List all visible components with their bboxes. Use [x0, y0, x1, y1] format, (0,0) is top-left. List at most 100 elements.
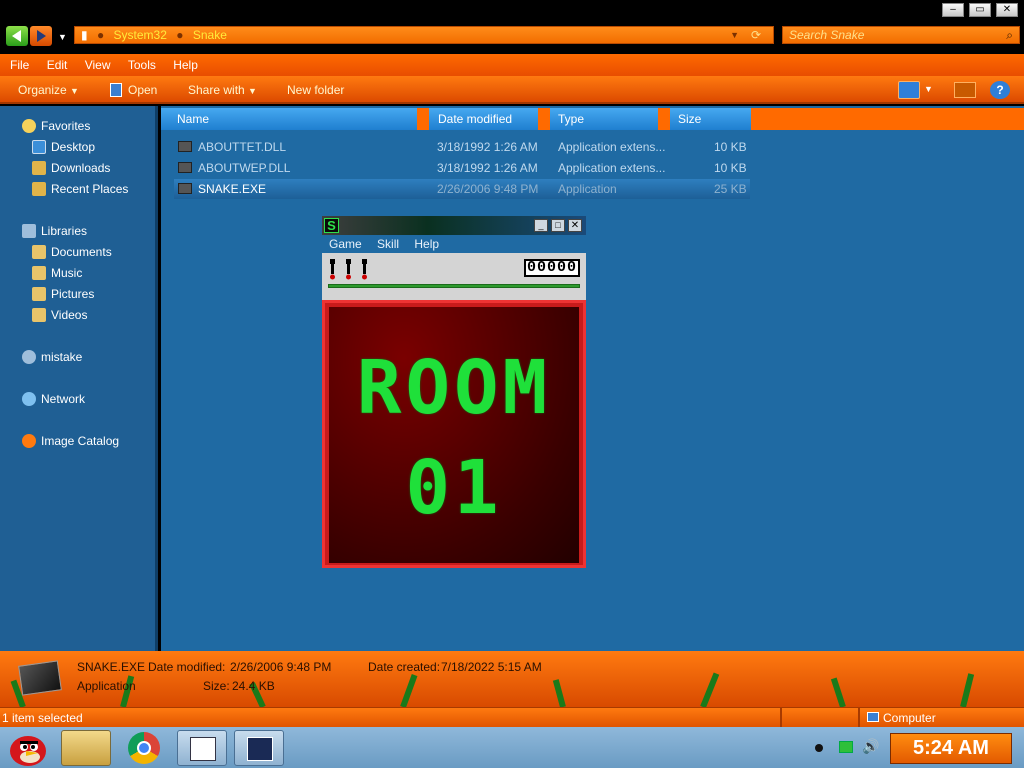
file-date: 3/18/1992 1:26 AM [437, 161, 538, 175]
file-date: 2/26/2006 9:48 PM [437, 182, 539, 196]
snake-close-button[interactable]: ✕ [568, 219, 582, 232]
taskbar-explorer-button[interactable] [61, 730, 111, 766]
column-divider[interactable] [538, 108, 550, 130]
start-button[interactable] [4, 729, 52, 767]
nav-label: mistake [41, 350, 83, 364]
chrome-icon[interactable] [128, 732, 160, 764]
snake-menu-skill[interactable]: Skill [377, 235, 399, 253]
minimize-button[interactable]: – [942, 3, 964, 17]
grass-decoration [830, 677, 846, 708]
snake-title-bar[interactable]: S _ □ ✕ [322, 216, 586, 235]
organize-button[interactable]: Organize ▼ [18, 76, 79, 104]
recent-pages-chevron-icon[interactable]: ▼ [58, 32, 67, 42]
new-folder-button[interactable]: New folder [287, 76, 344, 104]
details-pane: SNAKE.EXE Date modified: 2/26/2006 9:48 … [0, 651, 1024, 709]
back-button[interactable] [6, 26, 28, 46]
details-size-label: Size: [203, 679, 230, 693]
menu-tools[interactable]: Tools [128, 54, 156, 76]
column-name[interactable]: Name [171, 108, 417, 130]
column-type[interactable]: Type [552, 108, 658, 130]
view-options-icon[interactable] [898, 81, 920, 99]
details-date-modified-label: Date modified: [148, 660, 226, 674]
refresh-icon[interactable]: ⟳ [751, 27, 761, 43]
address-bar[interactable]: ▮ ● System32 ● Snake ▼ ⟳ [74, 26, 774, 44]
forward-button[interactable] [30, 26, 52, 46]
file-row[interactable]: ABOUTTET.DLL 3/18/1992 1:26 AM Applicati… [174, 137, 750, 157]
help-icon[interactable]: ? [990, 81, 1010, 99]
taskbar-clock[interactable]: 5:24 AM [890, 733, 1012, 764]
column-divider[interactable] [417, 108, 429, 130]
nav-desktop[interactable]: Desktop [32, 137, 95, 157]
computer-icon [867, 712, 879, 722]
snake-menu-help[interactable]: Help [414, 235, 439, 253]
nav-label: Favorites [41, 119, 91, 133]
image-catalog-icon [22, 434, 36, 448]
snake-app-icon: S [324, 218, 339, 233]
navigation-pane: Favorites Desktop Downloads Recent Place… [0, 106, 158, 651]
score-counter: 00000 [523, 259, 580, 277]
tray-indicator-icon[interactable] [815, 744, 823, 752]
nav-documents[interactable]: Documents [32, 242, 112, 262]
nav-libraries[interactable]: Libraries [22, 221, 87, 241]
snake-minimize-button[interactable]: _ [534, 219, 548, 232]
snake-maximize-button[interactable]: □ [551, 219, 565, 232]
maximize-button[interactable]: ▭ [969, 3, 991, 17]
column-headers: Name Date modified Type Size [161, 108, 751, 130]
menu-view[interactable]: View [85, 54, 111, 76]
menu-help[interactable]: Help [173, 54, 198, 76]
snake-menu-game[interactable]: Game [329, 235, 362, 253]
address-dropdown-icon[interactable]: ▼ [730, 27, 739, 43]
life-icon [362, 259, 367, 280]
nav-label: Libraries [41, 224, 88, 238]
file-row[interactable]: ABOUTWEP.DLL 3/18/1992 1:26 AM Applicati… [174, 158, 750, 178]
room-number: 01 [405, 445, 503, 531]
grass-decoration [960, 673, 975, 708]
view-dropdown-icon[interactable]: ▼ [924, 84, 933, 94]
music-icon [32, 266, 46, 280]
close-button[interactable]: ✕ [996, 3, 1018, 17]
menu-edit[interactable]: Edit [47, 54, 68, 76]
dll-file-icon [178, 141, 192, 152]
network-tray-icon[interactable] [839, 741, 853, 753]
breadcrumb-snake[interactable]: Snake [193, 28, 227, 42]
details-date-modified: 2/26/2006 9:48 PM [230, 660, 332, 674]
details-type: Application [77, 679, 136, 693]
console-app-icon [247, 737, 273, 761]
open-label: Open [128, 83, 158, 97]
nav-pictures[interactable]: Pictures [32, 284, 94, 304]
nav-homegroup[interactable]: mistake [22, 347, 82, 367]
game-arena[interactable]: ROOM 01 [322, 300, 586, 568]
network-icon [22, 392, 36, 406]
nav-recent-places[interactable]: Recent Places [32, 179, 128, 199]
selected-file-thumbnail-icon [18, 660, 62, 696]
title-bar: – ▭ ✕ [0, 0, 1024, 24]
menu-bar: File Edit View Tools Help [0, 54, 1024, 76]
lives-indicator [330, 259, 367, 280]
breadcrumb-system32[interactable]: System32 [114, 28, 167, 42]
nav-music[interactable]: Music [32, 263, 82, 283]
open-button[interactable]: Open [110, 76, 157, 104]
column-date-modified[interactable]: Date modified [432, 108, 542, 130]
taskbar-snake-button[interactable] [234, 730, 284, 766]
column-size[interactable]: Size [672, 108, 742, 130]
command-bar: Organize ▼ Open Share with ▼ New folder … [0, 76, 1024, 104]
room-title: ROOM [356, 345, 552, 431]
nav-image-catalog[interactable]: Image Catalog [22, 431, 119, 451]
share-with-button[interactable]: Share with ▼ [188, 76, 257, 104]
volume-icon[interactable]: 🔊 [862, 738, 879, 755]
column-divider[interactable] [658, 108, 670, 130]
nav-network[interactable]: Network [22, 389, 85, 409]
search-input[interactable]: Search Snake ⌕ [782, 26, 1020, 44]
taskbar-list-app-button[interactable] [177, 730, 227, 766]
search-icon[interactable]: ⌕ [1006, 27, 1013, 43]
preview-pane-icon[interactable] [954, 82, 976, 98]
nav-label: Pictures [51, 287, 95, 301]
videos-icon [32, 308, 46, 322]
menu-file[interactable]: File [10, 54, 29, 76]
nav-favorites[interactable]: Favorites [22, 116, 90, 136]
nav-downloads[interactable]: Downloads [32, 158, 110, 178]
search-placeholder: Search Snake [789, 28, 865, 42]
file-row-selected[interactable]: SNAKE.EXE 2/26/2006 9:48 PM Application … [174, 179, 750, 199]
nav-label: Network [41, 392, 86, 406]
nav-videos[interactable]: Videos [32, 305, 87, 325]
